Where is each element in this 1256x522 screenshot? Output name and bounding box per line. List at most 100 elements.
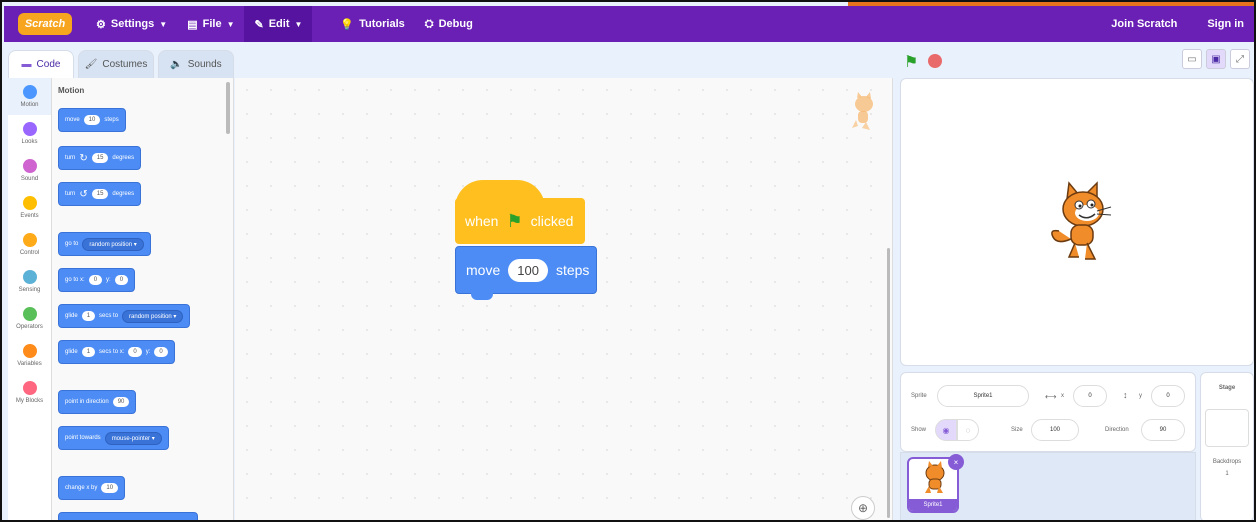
tutorials-menu[interactable]: 💡 Tutorials (330, 6, 414, 42)
block-notch (471, 292, 493, 300)
sprite-name-input[interactable]: Sprite1 (937, 385, 1029, 407)
category-dot-icon (22, 122, 37, 136)
app-frame: Scratch ⚙ Settings ▼ ▤ File ▼ ✎ Edit ▼ 💡… (0, 0, 1256, 522)
block-text: steps (104, 117, 119, 123)
scratch-logo[interactable]: Scratch (18, 13, 72, 35)
tab-sounds[interactable]: 🔈 Sounds (158, 50, 234, 78)
block-text: glide (65, 349, 78, 355)
sprite-cat[interactable] (1039, 179, 1119, 274)
tab-costumes[interactable]: 🖌 Costumes (78, 50, 154, 78)
category-dot-icon (22, 159, 37, 173)
normal-stage-icon[interactable]: ▣ (1206, 49, 1226, 69)
category-label: Looks (21, 139, 38, 145)
tab-code[interactable]: ▬ Code (8, 50, 74, 78)
tab-sounds-label: Sounds (187, 59, 222, 70)
block-point-towards[interactable]: point towards mouse-pointer ▾ (58, 426, 169, 450)
block-text: degrees (112, 191, 135, 197)
size-label: Size (1011, 427, 1023, 433)
pencil-icon: ✎ (254, 18, 264, 31)
stage-selector[interactable]: Stage Backdrops 1 (1200, 372, 1254, 520)
category-motion[interactable]: Motion (8, 78, 51, 115)
sprite-list: Sprite1 (900, 452, 1196, 520)
block-text: move (65, 117, 80, 123)
delete-sprite-icon[interactable]: × (948, 454, 964, 470)
block-input[interactable]: 0 (154, 347, 168, 357)
direction-input[interactable]: 90 (1141, 419, 1185, 441)
when-flag-clicked-block[interactable]: when ⚑ clicked (455, 180, 585, 246)
block-go-to-xy[interactable]: go to x: 0 y: 0 (58, 268, 136, 292)
steps-input[interactable]: 100 (508, 258, 548, 282)
category-looks[interactable]: Looks (8, 115, 51, 152)
block-input[interactable]: 1 (81, 311, 96, 321)
stop-icon[interactable] (928, 54, 942, 68)
file-menu[interactable]: ▤ File ▼ (177, 6, 244, 42)
debug-menu[interactable]: ⛭ Debug (415, 6, 483, 42)
category-sound[interactable]: Sound (8, 152, 51, 189)
palette-scrollbar[interactable] (226, 82, 230, 134)
zoom-in-icon[interactable]: ⊕ (851, 496, 875, 520)
category-label: Control (19, 250, 40, 256)
category-events[interactable]: Events (8, 189, 51, 226)
block-turn-left[interactable]: turn ↺ 15 degrees (58, 182, 142, 206)
block-input[interactable]: 90 (112, 397, 130, 407)
block-move-steps[interactable]: move 10 steps (58, 108, 126, 132)
category-my-blocks[interactable]: My Blocks (8, 374, 51, 411)
category-control[interactable]: Control (8, 226, 51, 263)
dropdown-value: random position (89, 241, 133, 248)
x-input[interactable]: 0 (1073, 385, 1107, 407)
gear-icon: ⚙ (96, 18, 106, 31)
block-text: when (465, 213, 499, 229)
sprite-info-panel: Sprite Sprite1 ⟷ x 0 ↕ y 0 Show ◉ ◌ Size… (900, 372, 1196, 452)
green-flag-icon[interactable]: ⚑ (904, 52, 918, 72)
block-text: turn (65, 191, 76, 197)
stage-thumbnail[interactable] (1205, 409, 1249, 447)
rotate-clockwise-icon: ↻ (79, 152, 88, 164)
fullscreen-icon[interactable]: ⤢ (1230, 49, 1250, 69)
show-visible-icon[interactable]: ◉ (935, 419, 957, 441)
size-input[interactable]: 100 (1031, 419, 1079, 441)
edit-menu[interactable]: ✎ Edit ▼ (244, 6, 313, 42)
block-dropdown[interactable]: random position ▾ (122, 309, 184, 323)
block-input[interactable]: 0 (128, 347, 142, 357)
block-input[interactable]: 10 (101, 483, 119, 493)
script-scrollbar[interactable] (887, 248, 890, 518)
join-scratch-link[interactable]: Join Scratch (1111, 18, 1177, 30)
settings-label: Settings (110, 18, 155, 30)
block-input[interactable]: 10 (83, 115, 101, 125)
block-dropdown[interactable]: mouse-pointer ▾ (104, 431, 162, 445)
block-glide-to[interactable]: glide 1 secs to random position ▾ (58, 304, 191, 328)
settings-menu[interactable]: ⚙ Settings ▼ (86, 6, 177, 42)
block-input[interactable]: 1 (81, 347, 96, 357)
backdrops-label: Backdrops (1212, 459, 1242, 465)
small-stage-icon[interactable]: ▭ (1182, 49, 1202, 69)
script-area[interactable]: when ⚑ clicked move 100 steps ⊕ (235, 78, 893, 520)
category-variables[interactable]: Variables (8, 337, 51, 374)
chevron-down-icon: ▼ (226, 19, 235, 29)
block-input[interactable]: 15 (91, 189, 109, 199)
block-text: go to (65, 241, 79, 247)
block-text: point towards (65, 435, 101, 441)
category-label: Sensing (18, 287, 41, 293)
tutorials-label: Tutorials (359, 18, 405, 30)
editor-tabs: ▬ Code 🖌 Costumes 🔈 Sounds (8, 50, 234, 78)
block-input[interactable]: 0 (114, 275, 129, 285)
block-turn-right[interactable]: turn ↻ 15 degrees (58, 146, 142, 170)
y-input[interactable]: 0 (1151, 385, 1185, 407)
block-point-direction[interactable]: point in direction 90 (58, 390, 137, 414)
category-sensing[interactable]: Sensing (8, 263, 51, 300)
category-dot-icon (22, 381, 37, 395)
block-dropdown[interactable]: random position ▾ (82, 237, 144, 251)
sign-in-link[interactable]: Sign in (1207, 18, 1244, 30)
stage-canvas[interactable] (900, 78, 1254, 366)
block-partial[interactable] (58, 512, 198, 520)
block-change-x[interactable]: change x by 10 (58, 476, 126, 500)
file-icon: ▤ (187, 18, 198, 31)
category-operators[interactable]: Operators (8, 300, 51, 337)
block-glide-to-xy[interactable]: glide 1 secs to x: 0 y: 0 (58, 340, 175, 364)
hide-icon[interactable]: ◌ (957, 419, 979, 441)
block-input[interactable]: 15 (91, 153, 109, 163)
block-go-to[interactable]: go to random position ▾ (58, 232, 151, 256)
tab-costumes-label: Costumes (102, 59, 148, 70)
move-steps-block[interactable]: move 100 steps (455, 246, 597, 294)
block-input[interactable]: 0 (88, 275, 103, 285)
